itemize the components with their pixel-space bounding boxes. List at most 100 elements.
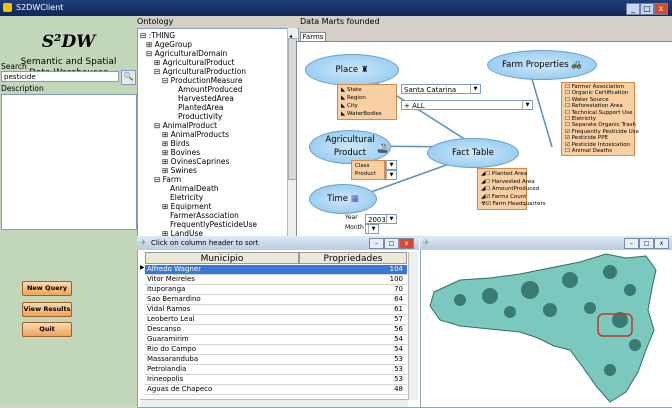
measure-item[interactable]: ◢☐ AmountProduced [481, 186, 539, 192]
tree-node[interactable]: ⊟ AnimalProduct [154, 121, 217, 130]
calendar-icon: ▦ [350, 194, 359, 204]
tree-node[interactable]: ⊞ Birds [162, 139, 190, 148]
table-row[interactable]: Ituporanga 70 [145, 285, 407, 295]
chevron-down-icon: ▼ [368, 225, 378, 233]
table-row[interactable]: Leoberto Leal 57 [145, 315, 407, 325]
maximize-button[interactable]: □ [384, 238, 399, 249]
maximize-button[interactable]: □ [640, 3, 654, 15]
new-query-button[interactable]: New Query [22, 281, 72, 296]
tree-node[interactable]: AnimalDeath [170, 184, 219, 193]
place-levels-box: ◣ State ◣ Region ◣ City ◣ WaterBodies [337, 84, 397, 120]
tree-node[interactable]: ⊞ AnimalProducts [162, 130, 229, 139]
place-dimension[interactable]: Place ♜ [305, 54, 399, 86]
table-row[interactable]: Vitor Meireles 100 [145, 275, 407, 285]
table-row[interactable]: Petrolandia 53 [145, 365, 407, 375]
tree-node[interactable]: ⊞ Bovines [162, 148, 200, 157]
tree-node[interactable]: ⊞ Swines [162, 166, 197, 175]
tree-node[interactable]: FarmerAssociation [170, 211, 239, 220]
level-waterbodies[interactable]: ◣ WaterBodies [341, 111, 382, 117]
year-select[interactable]: 2003 ▼ [365, 214, 397, 224]
farm-properties-dimension[interactable]: Farm Properties 🚜 [487, 50, 597, 80]
chevron-down-icon: ▼ [470, 85, 480, 93]
prop-item[interactable]: ☐ Animal Deaths [565, 148, 612, 154]
measure-item[interactable]: ◢☐ Harvested Area [481, 179, 535, 185]
ontology-tree[interactable]: ⊟ :THING ⊞ AgeGroup ⊟ AgriculturalDomain… [137, 28, 299, 238]
app-icon: ✈ [423, 238, 430, 247]
datamart-canvas: Place ♜ ◣ State ◣ Region ◣ City ◣ WaterB… [296, 41, 672, 238]
level-month[interactable]: Month [345, 224, 364, 231]
table-row[interactable]: Descanso 56 [145, 325, 407, 335]
search-input[interactable]: pesticide [1, 71, 119, 82]
table-row-selected[interactable]: Alfredo Wagner 104 [145, 265, 407, 275]
title-bar: S2DWClient _ □ x [0, 0, 672, 16]
table-row[interactable]: Massaranduba 53 [145, 355, 407, 365]
tree-node[interactable]: ⊞ AgeGroup [146, 40, 192, 49]
tree-node[interactable]: ⊞ OvinesCaprines [162, 157, 229, 166]
table-row[interactable]: Guaramirim 54 [145, 335, 407, 345]
table-row[interactable]: Rio do Campo 54 [145, 345, 407, 355]
description-box[interactable] [1, 94, 137, 230]
close-button[interactable]: x [399, 238, 414, 249]
tree-node[interactable]: HarvestedArea [178, 94, 234, 103]
app-icon [3, 3, 12, 12]
table-row[interactable]: Vidal Ramos 61 [145, 305, 407, 315]
table-row[interactable]: Aguas de Chapeco 48 [145, 385, 407, 395]
minimize-button[interactable]: – [624, 238, 639, 249]
level-product[interactable]: Product [355, 171, 376, 177]
table-row[interactable]: Irineopolis 53 [145, 375, 407, 385]
tree-node[interactable]: ⊞ Equipment [162, 202, 211, 211]
search-label: Search [1, 62, 27, 71]
results-vertical-scrollbar[interactable] [408, 252, 418, 400]
tree-node[interactable]: ⊟ AgriculturalDomain [146, 49, 227, 58]
tree-node[interactable]: ⊞ AgriculturalProduct [154, 58, 235, 67]
description-label: Description [1, 84, 44, 93]
measure-item-checked[interactable]: ◢☑ Farms Count [481, 194, 526, 200]
state-select[interactable]: Santa Catarina ▼ [401, 84, 481, 94]
tree-node[interactable]: ⊟ AgriculturalProduction [154, 67, 246, 76]
santa-catarina-map[interactable] [420, 250, 672, 406]
search-icon[interactable]: 🔍 [121, 70, 136, 85]
tree-node[interactable]: ⊟ Farm [154, 175, 181, 184]
chevron-down-icon: ▼ [386, 171, 396, 179]
product-icon: 🚢 [377, 144, 389, 154]
level-city[interactable]: ◣ City [341, 103, 358, 109]
class-select[interactable]: ▼ [385, 160, 397, 170]
quit-button[interactable]: Quit [22, 322, 72, 337]
results-title-bar: ✈ Click on column header to sort – □ x [137, 236, 419, 250]
tree-node[interactable]: FrequentlyPesticideUse [170, 220, 257, 229]
maximize-button[interactable]: □ [639, 238, 654, 249]
measure-item[interactable]: ◢☐ Planted Area [481, 171, 527, 177]
fact-table[interactable]: Fact Table [427, 138, 519, 168]
close-button[interactable]: x [654, 238, 669, 249]
close-button[interactable]: x [654, 3, 668, 15]
tree-node[interactable]: PlantedArea [178, 103, 224, 112]
tree-node[interactable]: ⊟ ProductionMeasure [162, 76, 242, 85]
chevron-down-icon: ▼ [386, 161, 396, 169]
results-title: Click on column header to sort [151, 239, 259, 247]
level-state[interactable]: ◣ State [341, 87, 362, 93]
month-select[interactable]: ▼ [365, 224, 379, 234]
time-dimension[interactable]: Time ▦ [309, 184, 377, 214]
product-select[interactable]: ▼ [385, 170, 397, 180]
column-header-propriedades[interactable]: Propriedades [299, 252, 407, 264]
column-header-municipio[interactable]: Municipio [145, 252, 299, 264]
ontology-title: Ontology [137, 17, 174, 26]
tree-node-root[interactable]: ⊟ :THING [140, 31, 175, 40]
level-class[interactable]: Class [355, 163, 369, 169]
level-region[interactable]: ◣ Region [341, 95, 366, 101]
tree-node[interactable]: AmountProduced [178, 85, 242, 94]
place-icon: ♜ [360, 65, 369, 75]
level-year[interactable]: Year [345, 214, 358, 221]
measure-item-checked[interactable]: ☢☑ Farm Headquarters [481, 201, 546, 207]
table-row[interactable]: Sao Bernardino 64 [145, 295, 407, 305]
tree-node[interactable]: Productivity [178, 112, 222, 121]
view-results-button[interactable]: View Results [22, 302, 72, 317]
tab-scroll-left-icon[interactable]: ◂ [289, 33, 292, 40]
region-select[interactable]: + ALL ▼ [401, 100, 533, 110]
product-levels-box: Class Product [351, 160, 385, 180]
window-title: S2DWClient [16, 3, 64, 12]
app-logo: S²DW [41, 32, 96, 52]
minimize-button[interactable]: _ [626, 3, 640, 15]
tree-node[interactable]: Eletricity [170, 193, 203, 202]
minimize-button[interactable]: – [369, 238, 384, 249]
